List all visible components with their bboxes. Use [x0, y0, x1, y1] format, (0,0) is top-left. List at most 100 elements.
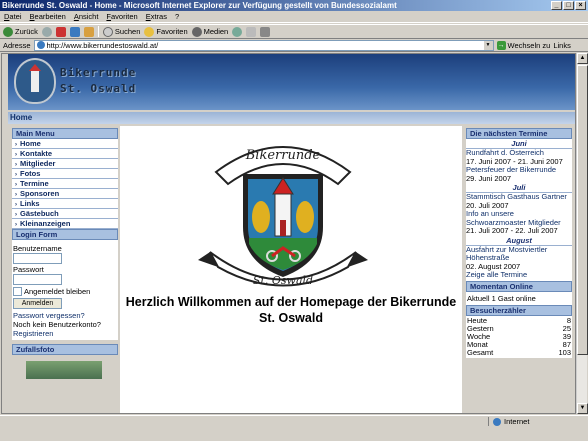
login-button[interactable]: Anmelden [13, 298, 62, 309]
menu-favoriten[interactable]: Favoriten [106, 11, 137, 22]
login-form: Benutzername Passwort Angemeldet bleiben… [12, 240, 118, 340]
window-title: Bikerrunde St. Oswald - Home - Microsoft… [2, 1, 397, 10]
menu-item-sponsoren[interactable]: › Sponsoren [12, 189, 118, 199]
globe-icon [493, 417, 501, 426]
minimize-button[interactable]: _ [551, 1, 562, 10]
username-input[interactable] [13, 253, 62, 264]
go-label: Wechseln zu [507, 40, 551, 50]
scroll-up-icon[interactable]: ▲ [577, 53, 588, 64]
menu-datei[interactable]: Datei [4, 11, 22, 22]
menu-item-termine[interactable]: › Termine [12, 179, 118, 189]
search-button[interactable]: Suchen [102, 26, 140, 37]
toolbar: Zurück Suchen Favoriten Medien [0, 24, 588, 39]
password-input[interactable] [13, 274, 62, 285]
media-button[interactable]: Medien [191, 26, 229, 37]
scroll-down-icon[interactable]: ▼ [577, 403, 588, 414]
random-photo-heading: Zufallsfoto [12, 344, 118, 355]
left-column: Main Menu › Home › Kontakte › Mitglieder › F… [12, 128, 118, 379]
chevron-right-icon: › [15, 142, 17, 148]
status-zone-label: Internet [504, 417, 530, 426]
back-arrow-icon [3, 26, 13, 37]
close-button[interactable]: × [575, 1, 586, 10]
right-column: Die nächsten Termine Juni Rundfahrt d. Ö… [466, 128, 572, 358]
events-heading: Die nächsten Termine [466, 128, 572, 139]
breadcrumb-home[interactable]: Home [10, 113, 32, 122]
menu-item-label: Mitglieder [20, 159, 56, 168]
back-label: Zurück [15, 27, 38, 36]
site-header: Bikerrunde St. Oswald [8, 54, 575, 110]
password-label: Passwort [13, 265, 44, 274]
chevron-right-icon: › [15, 172, 17, 178]
event-date: 29. Juni 2007 [466, 173, 512, 183]
stop-icon[interactable] [55, 26, 66, 37]
menu-bar: Datei Bearbeiten Ansicht Favoriten Extra… [0, 11, 588, 23]
menu-extras[interactable]: Extras [146, 11, 167, 22]
emblem-top-text: Bikerrunde [245, 148, 321, 163]
menu-item-label: Home [20, 139, 41, 148]
taskbar-strip [0, 427, 588, 441]
username-label: Benutzername [13, 244, 62, 253]
vertical-scrollbar[interactable]: ▲ ▼ [576, 53, 588, 414]
remember-me[interactable]: Angemeldet bleiben [13, 287, 117, 296]
go-button[interactable]: → Wechseln zu [496, 40, 551, 50]
scroll-thumb[interactable] [577, 65, 588, 355]
event-date: 21. Juli 2007 - 22. Juli 2007 [466, 226, 558, 235]
home-icon[interactable] [83, 26, 94, 37]
history-icon[interactable] [232, 26, 243, 37]
site-title-line2: St. Oswald [60, 82, 137, 95]
tower-icon [29, 64, 41, 92]
chevron-right-icon: › [15, 192, 17, 198]
menu-item-links[interactable]: › Links [12, 199, 118, 209]
mail-icon[interactable] [246, 26, 257, 37]
address-bar: Adresse http://www.bikerrundestoswald.at… [0, 39, 588, 52]
menu-item-label: Links [20, 199, 40, 208]
window-controls: _ □ × [551, 1, 586, 10]
refresh-icon[interactable] [69, 26, 80, 37]
forward-arrow-icon[interactable] [41, 26, 52, 37]
print-icon[interactable] [260, 26, 271, 37]
login-form-heading: Login Form [12, 229, 118, 240]
toolbar-separator [97, 26, 99, 37]
register-link[interactable]: Registrieren [13, 329, 117, 338]
menu-item-label: Kontakte [20, 149, 53, 158]
menu-item-label: Fotos [20, 169, 41, 178]
site-title-line1: Bikerrunde [60, 66, 137, 79]
menu-item-home[interactable]: › Home [12, 139, 118, 149]
menu-item-gaestebuch[interactable]: › Gästebuch [12, 209, 118, 219]
event-title[interactable]: Info an unsere Schwoarzmoaster Mitgliede… [466, 209, 572, 227]
menu-item-kleinanzeigen[interactable]: › Kleinanzeigen [12, 219, 118, 229]
maximize-button[interactable]: □ [563, 1, 574, 10]
main-content: Bikerrunde St. Oswald Herzlich Willkomme… [120, 126, 462, 413]
menu-help[interactable]: ? [175, 11, 179, 22]
menu-item-label: Termine [20, 179, 49, 188]
counter-value: 103 [558, 347, 571, 357]
menu-item-mitglieder[interactable]: › Mitglieder [12, 159, 118, 169]
menu-item-kontakte[interactable]: › Kontakte [12, 149, 118, 159]
show-all-events-link[interactable]: Zeige alle Termine [466, 270, 572, 280]
menu-item-fotos[interactable]: › Fotos [12, 169, 118, 179]
menu-item-label: Sponsoren [20, 189, 60, 198]
no-account-text: Noch kein Benutzerkonto? [13, 320, 101, 329]
menu-item-label: Kleinanzeigen [20, 219, 71, 228]
star-icon [144, 26, 155, 37]
address-input[interactable]: http://www.bikerrundestoswald.at/ ▼ [33, 39, 494, 51]
back-button[interactable]: Zurück [3, 26, 38, 37]
status-zone: Internet [488, 417, 588, 426]
event-title[interactable]: Ausfahrt zur Mostviertler Höhenstraße [466, 245, 572, 263]
chevron-down-icon[interactable]: ▼ [483, 40, 493, 50]
media-label: Medien [203, 27, 229, 36]
menu-ansicht[interactable]: Ansicht [74, 11, 99, 22]
links-button[interactable]: Links [553, 41, 571, 50]
club-emblem: Bikerrunde St. Oswald [198, 146, 368, 287]
visitor-counter: Heute 8 Gestern 25 Woche 39 Monat 87 Gesamt 1… [466, 315, 572, 358]
remember-checkbox[interactable] [13, 287, 22, 296]
forgot-password-link[interactable]: Passwort vergessen? [13, 311, 117, 320]
counter-label: Gesamt [467, 347, 494, 357]
counter-row: Gesamt 103 [467, 347, 571, 357]
breadcrumb: Home [8, 112, 575, 124]
favorites-button[interactable]: Favoriten [144, 26, 188, 37]
month-heading: August [466, 236, 572, 246]
random-photo[interactable] [26, 361, 102, 379]
emblem-bottom-text: St. Oswald [253, 274, 313, 287]
menu-bearbeiten[interactable]: Bearbeiten [30, 11, 66, 22]
